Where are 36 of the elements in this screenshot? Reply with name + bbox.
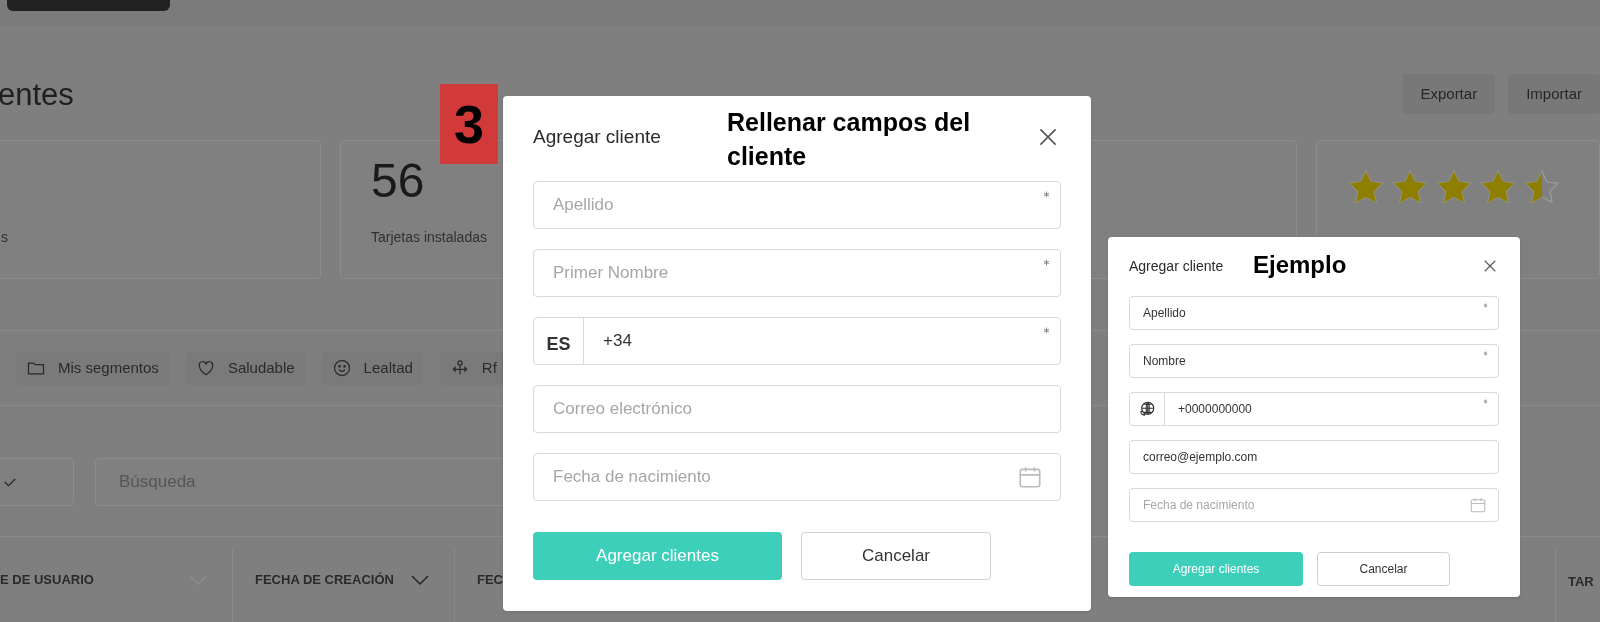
smiley-icon (331, 358, 352, 378)
date-field[interactable]: Fecha de nacimiento (1129, 488, 1499, 522)
text-field[interactable]: Apellido (1129, 296, 1499, 330)
segment-chip[interactable]: Saludable (185, 351, 305, 385)
page-title: entes (0, 78, 74, 110)
column-header[interactable]: E DE USUARIO (0, 549, 232, 622)
segment-chip[interactable]: Mis segmentos (16, 351, 169, 385)
text-field[interactable]: Correo electrónico (533, 385, 1061, 433)
date-field[interactable]: Fecha de nacimiento (533, 453, 1061, 501)
action-button[interactable]: Importar (1508, 74, 1600, 114)
stat-label: s (1, 228, 8, 247)
text-field[interactable]: Nombre (1129, 344, 1499, 378)
segment-chip[interactable]: Lealtad (321, 351, 423, 385)
step-badge: 3 (440, 84, 498, 164)
phone-field[interactable]: +0000000000 (1129, 392, 1499, 426)
text-field[interactable]: correo@ejemplo.com (1129, 440, 1499, 474)
globe-phone-icon (1138, 400, 1156, 418)
secondary-button[interactable]: Cancelar (801, 532, 991, 580)
dialog-title: Agregar cliente (533, 124, 661, 149)
stat-value: 56 (371, 157, 425, 205)
column-header[interactable]: TAR (1555, 549, 1600, 622)
action-button[interactable]: Exportar (1402, 74, 1496, 114)
dialog-title: Agregar cliente (1129, 256, 1224, 276)
annotation-text: Rellenar campos del cliente (727, 107, 972, 172)
example-label: Ejemplo (1253, 250, 1347, 280)
calendar-icon (1469, 496, 1487, 514)
text-field[interactable]: Primer Nombre (533, 249, 1061, 297)
text-field[interactable]: Apellido (533, 181, 1061, 229)
column-header[interactable]: FECHA DE CREACIÓN (232, 549, 454, 622)
phone-field[interactable]: ES +34 (533, 317, 1061, 365)
secondary-button[interactable]: Cancelar (1317, 552, 1450, 586)
calendar-icon (1017, 464, 1043, 490)
primary-button[interactable]: Agregar clientes (1129, 552, 1303, 586)
primary-button[interactable]: Agregar clientes (533, 532, 782, 580)
stat-label: Tarjetas instaladas (371, 228, 487, 247)
country-code[interactable]: ES (546, 330, 571, 358)
